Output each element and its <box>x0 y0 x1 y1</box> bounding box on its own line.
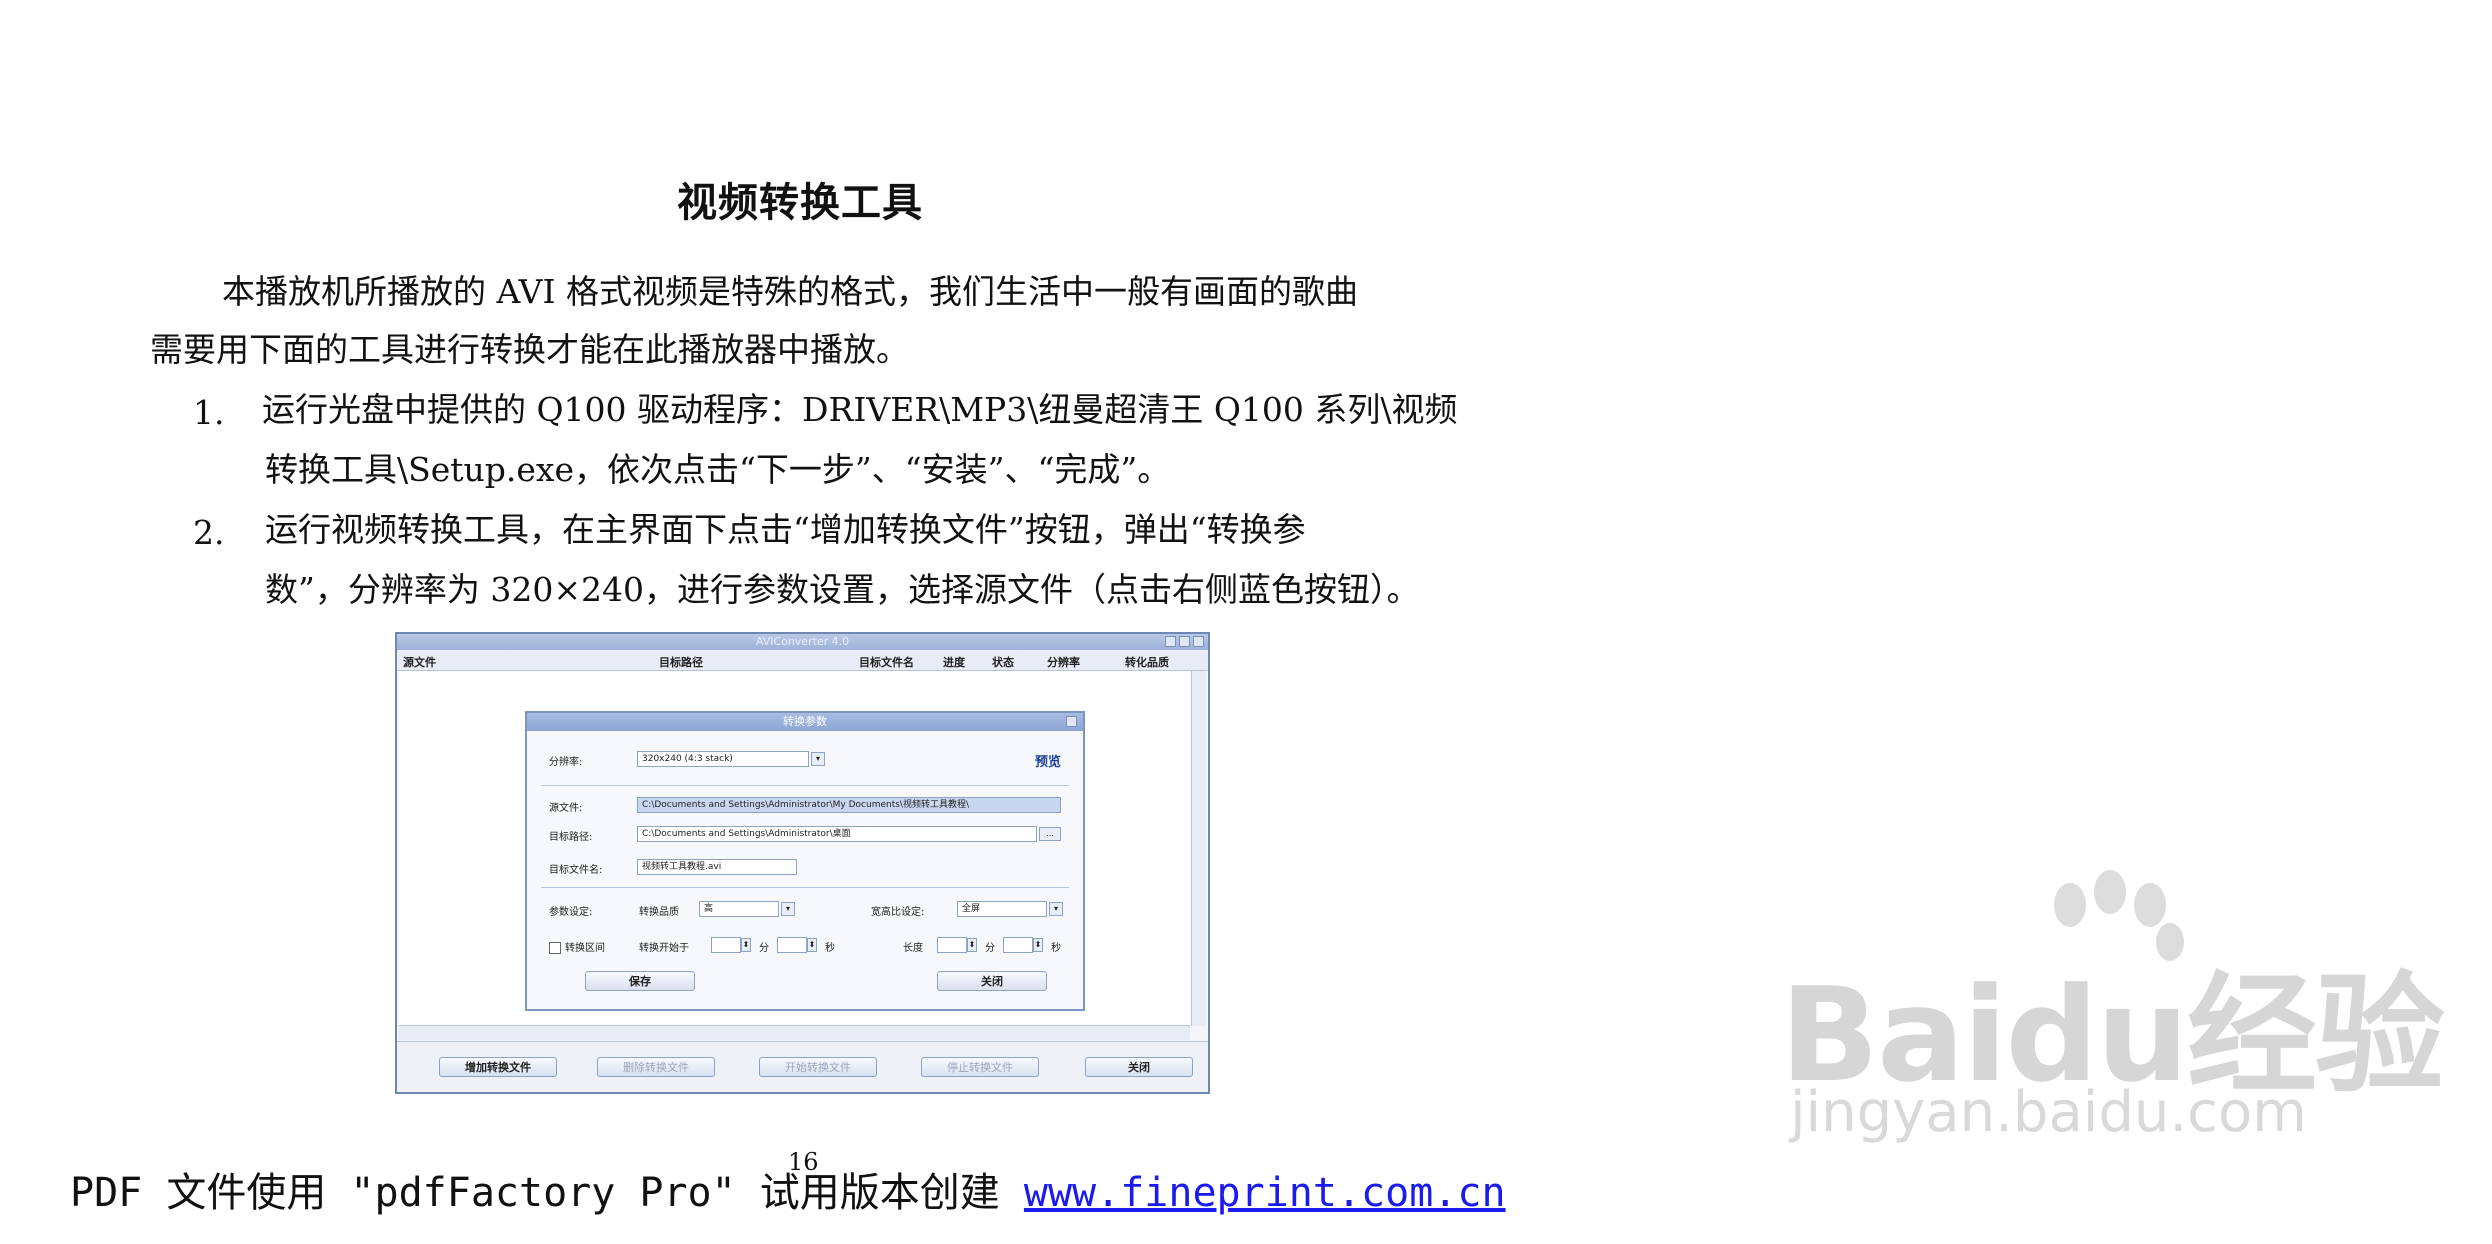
ratio-label: 宽高比设定: <box>871 907 925 918</box>
length-min-field[interactable] <box>937 937 967 953</box>
horizontal-scrollbar[interactable] <box>399 1025 1190 1040</box>
app-title: AVIConverter 4.0 <box>755 635 850 648</box>
cut-start-label: 转换开始于 <box>639 943 689 954</box>
length-sec-stepper-icon[interactable]: ⬍ <box>1033 938 1043 952</box>
start-convert-button[interactable]: 开始转换文件 <box>759 1057 877 1077</box>
length-sec-unit: 秒 <box>1051 943 1061 954</box>
column-source[interactable]: 源文件 <box>403 654 436 670</box>
stop-convert-button[interactable]: 停止转换文件 <box>921 1057 1039 1077</box>
start-min-field[interactable] <box>711 937 741 953</box>
length-sec-field[interactable] <box>1003 937 1033 953</box>
quality-dropdown-icon[interactable]: ▾ <box>781 902 795 916</box>
file-list-header: 源文件 目标路径 目标文件名 进度 状态 分辨率 转化品质 <box>397 650 1208 671</box>
preview-link[interactable]: 预览 <box>1035 751 1061 770</box>
pdf-footer: PDF 文件使用 "pdfFactory Pro" 试用版本创建 www.fin… <box>70 1160 1506 1218</box>
cut-range-label: 转换区间 <box>565 943 605 954</box>
start-min-stepper-icon[interactable]: ⬍ <box>741 938 751 952</box>
dialog-close-icon[interactable] <box>1066 716 1077 727</box>
start-sec-unit: 秒 <box>825 943 835 954</box>
app-titlebar: AVIConverter 4.0 <box>397 634 1208 650</box>
column-target-name[interactable]: 目标文件名 <box>859 654 914 670</box>
target-name-label: 目标文件名: <box>549 865 603 876</box>
step-2-number: 2. <box>193 513 225 552</box>
convert-params-dialog: 转换参数 分辨率: 320x240 (4:3 stack) ▾ 预览 源文件: … <box>525 711 1085 1011</box>
cut-length-label: 长度 <box>903 943 923 954</box>
quality-select[interactable]: 高 <box>699 901 779 917</box>
browse-icon[interactable]: … <box>1039 827 1061 841</box>
ratio-select[interactable]: 全屏 <box>957 901 1047 917</box>
step-2-line-1: 运行视频转换工具，在主界面下点击“增加转换文件”按钮，弹出“转换参 <box>265 510 1306 549</box>
baidu-watermark: Baidu经验 jingyan.baidu.com <box>1780 870 2445 1170</box>
save-button[interactable]: 保存 <box>585 971 695 991</box>
column-target-path[interactable]: 目标路径 <box>659 654 703 670</box>
app-close-button[interactable]: 关闭 <box>1085 1057 1193 1077</box>
close-icon[interactable] <box>1193 636 1204 647</box>
intro-paragraph-line-1: 本播放机所播放的 AVI 格式视频是特殊的格式，我们生活中一般有画面的歌曲 <box>222 272 1359 311</box>
target-path-field[interactable]: C:\Documents and Settings\Administrator\… <box>637 826 1037 842</box>
ratio-dropdown-icon[interactable]: ▾ <box>1049 902 1063 916</box>
bottom-toolbar: 增加转换文件 删除转换文件 开始转换文件 停止转换文件 关闭 <box>397 1041 1208 1092</box>
resolution-label: 分辨率: <box>549 757 583 768</box>
footer-text: PDF 文件使用 "pdfFactory Pro" 试用版本创建 <box>70 1170 1024 1216</box>
checkbox-icon[interactable] <box>549 942 561 954</box>
watermark-site: jingyan.baidu.com <box>1790 1080 2307 1145</box>
source-label: 源文件: <box>549 803 583 814</box>
step-1-line-2: 转换工具\Setup.exe，依次点击“下一步”、“安装”、“完成”。 <box>265 450 1171 489</box>
dialog-close-button[interactable]: 关闭 <box>937 971 1047 991</box>
vertical-scrollbar[interactable] <box>1191 671 1206 1026</box>
minimize-icon[interactable] <box>1165 636 1176 647</box>
column-progress[interactable]: 进度 <box>943 654 965 670</box>
length-min-unit: 分 <box>985 943 995 954</box>
column-status[interactable]: 状态 <box>992 654 1014 670</box>
column-quality[interactable]: 转化品质 <box>1125 654 1169 670</box>
start-sec-stepper-icon[interactable]: ⬍ <box>807 938 817 952</box>
maximize-icon[interactable] <box>1179 636 1190 647</box>
column-resolution[interactable]: 分辨率 <box>1047 654 1080 670</box>
intro-paragraph-line-2: 需要用下面的工具进行转换才能在此播放器中播放。 <box>150 330 909 369</box>
dialog-title: 转换参数 <box>527 713 1083 731</box>
target-name-field[interactable]: 视频转工具教程.avi <box>637 859 797 875</box>
target-path-label: 目标路径: <box>549 832 593 843</box>
step-1-line-1: 运行光盘中提供的 Q100 驱动程序：DRIVER\MP3\纽曼超清王 Q100… <box>262 390 1458 429</box>
resolution-select[interactable]: 320x240 (4:3 stack) <box>637 751 809 767</box>
add-file-button[interactable]: 增加转换文件 <box>439 1057 557 1077</box>
converter-screenshot: AVIConverter 4.0 源文件 目标路径 目标文件名 进度 状态 分辨… <box>395 632 1210 1094</box>
source-file-field[interactable]: C:\Documents and Settings\Administrator\… <box>637 797 1061 813</box>
quality-label: 转换品质 <box>639 907 679 918</box>
fineprint-link[interactable]: www.fineprint.com.cn <box>1024 1170 1506 1216</box>
delete-file-button[interactable]: 删除转换文件 <box>597 1057 715 1077</box>
start-sec-field[interactable] <box>777 937 807 953</box>
document-title: 视频转换工具 <box>677 179 923 226</box>
resolution-dropdown-icon[interactable]: ▾ <box>811 752 825 766</box>
cut-range-checkbox[interactable]: 转换区间 <box>549 939 605 954</box>
step-2-line-2: 数”，分辨率为 320×240，进行参数设置，选择源文件（点击右侧蓝色按钮）。 <box>265 570 1420 609</box>
length-min-stepper-icon[interactable]: ⬍ <box>967 938 977 952</box>
step-1-number: 1. <box>193 393 225 432</box>
start-min-unit: 分 <box>759 943 769 954</box>
params-label: 参数设定: <box>549 907 593 918</box>
